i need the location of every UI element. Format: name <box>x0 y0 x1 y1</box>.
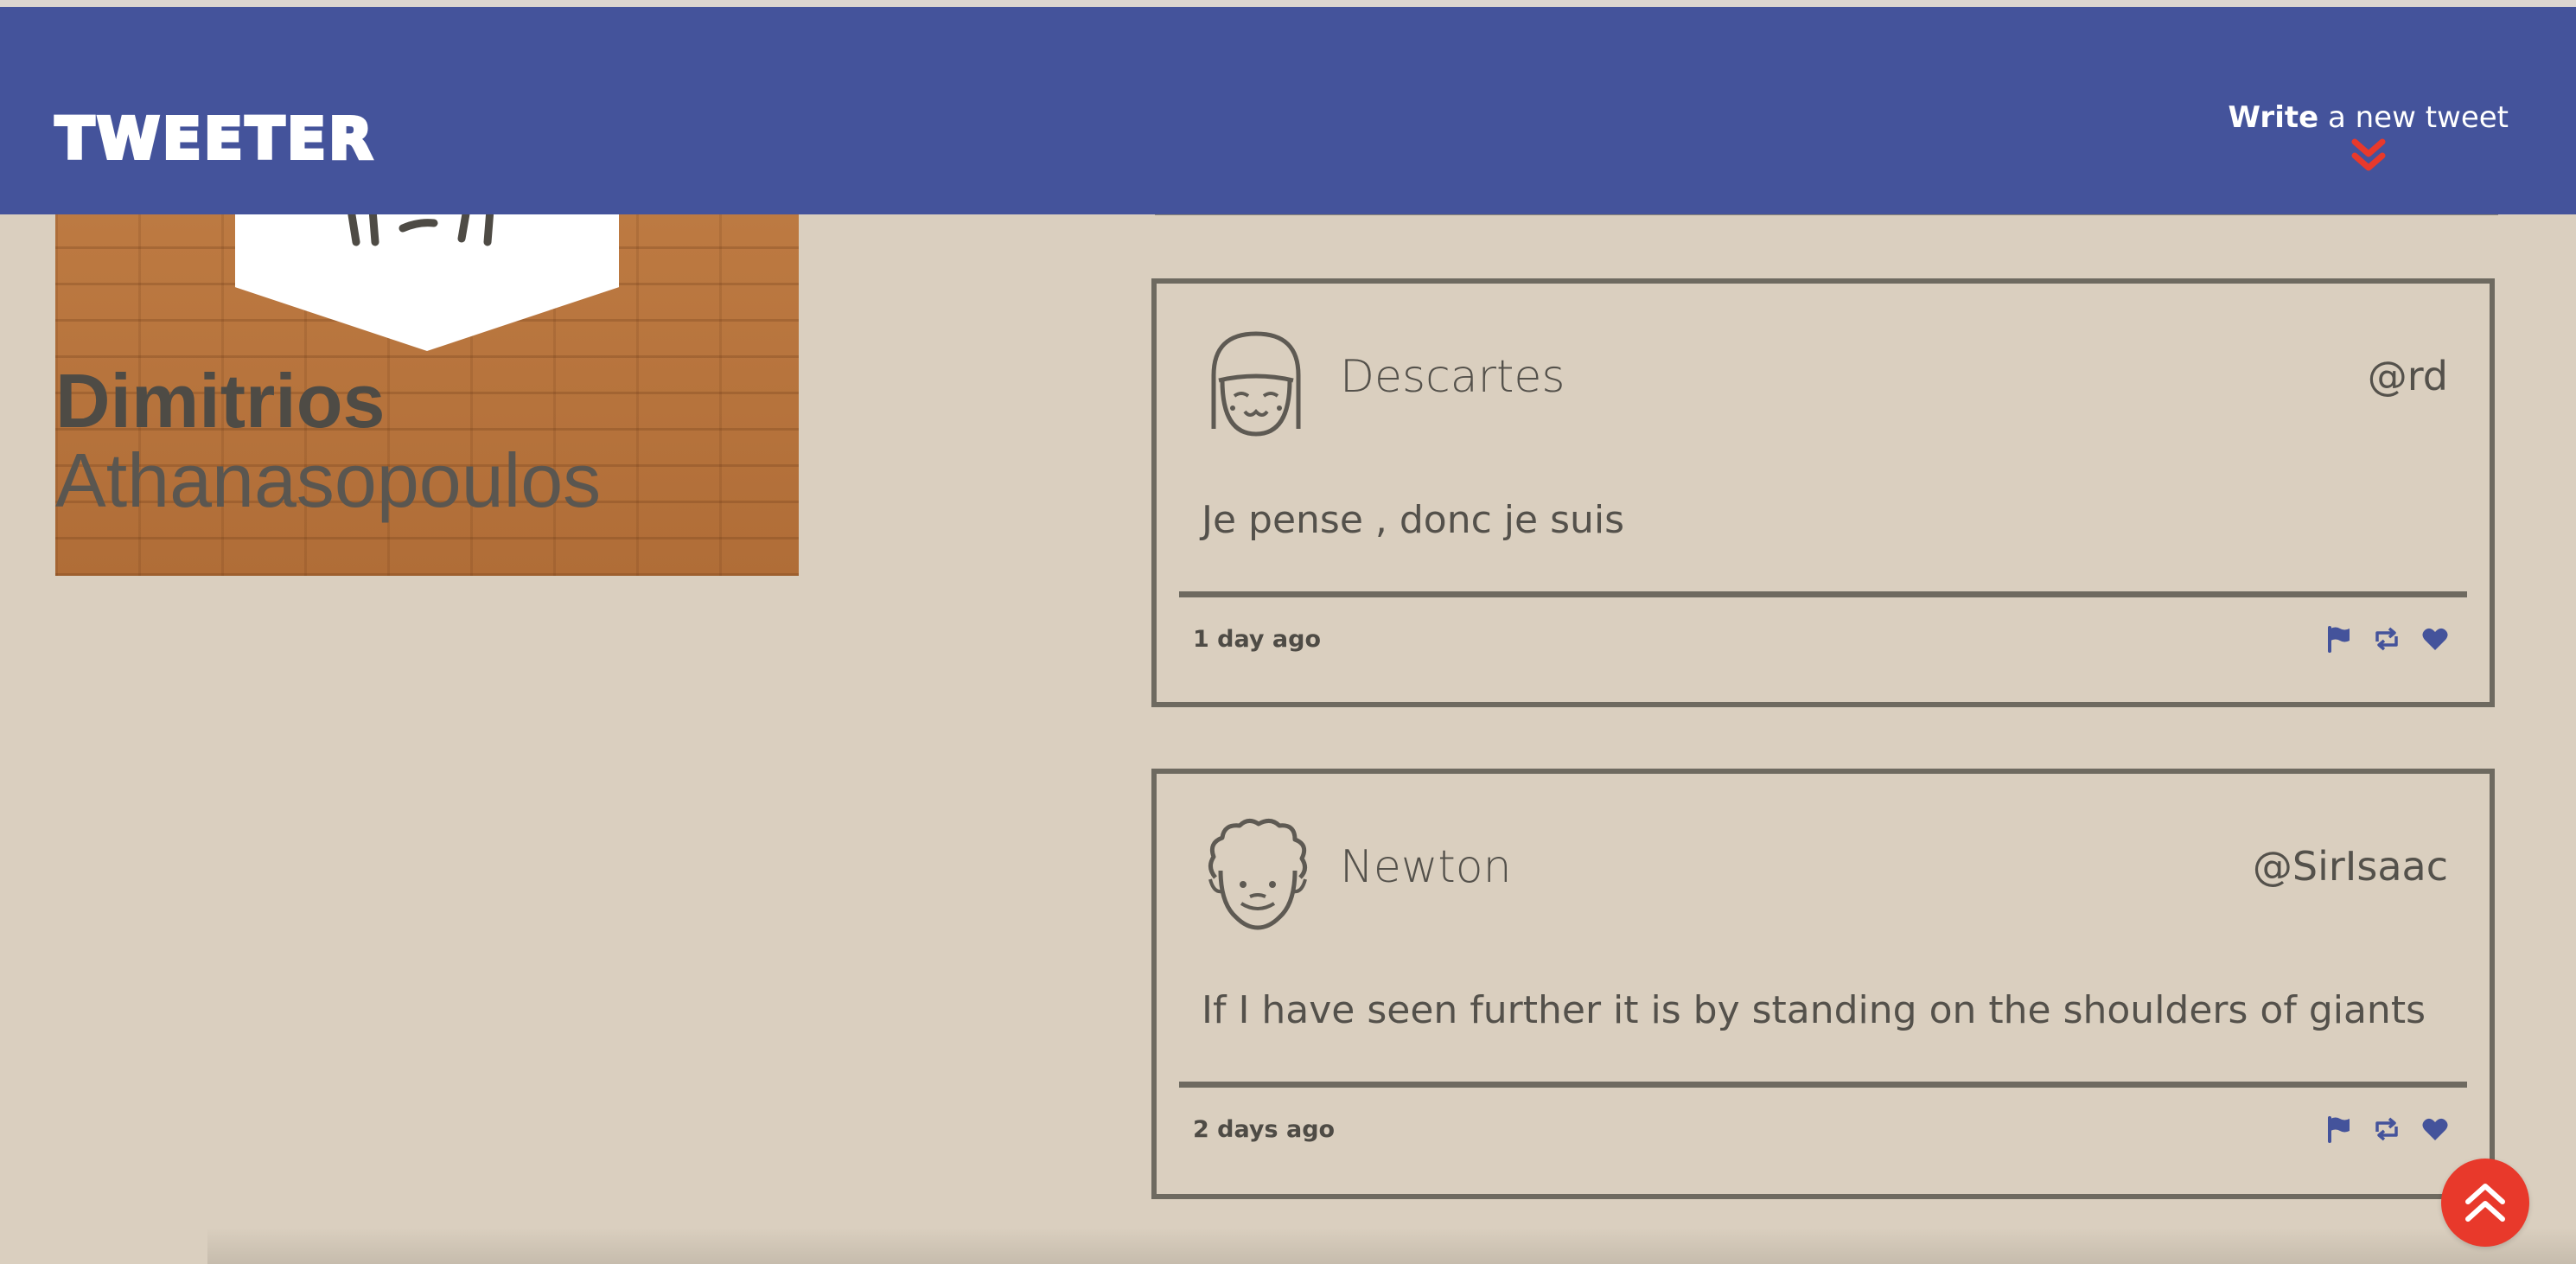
tweet-divider <box>1179 591 2467 597</box>
page: Dimitrios Athanasopoulos TWEETER Write a… <box>0 0 2576 1264</box>
tweet-actions <box>2324 1114 2450 1144</box>
scroll-to-top-button[interactable] <box>2441 1159 2529 1247</box>
double-chevron-up-icon <box>2465 1184 2505 1222</box>
tweet-author-handle[interactable]: @rd <box>2368 353 2448 399</box>
profile-name: Dimitrios Athanasopoulos <box>55 361 601 521</box>
curly-hair-face-avatar-icon <box>1208 819 1307 930</box>
retweet-icon[interactable] <box>2372 624 2401 654</box>
profile-first-name: Dimitrios <box>55 358 386 444</box>
heart-icon[interactable] <box>2420 1114 2450 1144</box>
tweet-card: Newton @SirIsaac If I have seen further … <box>1151 769 2495 1199</box>
retweet-icon[interactable] <box>2372 1114 2401 1144</box>
compose-label-bold: Write <box>2228 100 2319 135</box>
tweet-timestamp: 2 days ago <box>1193 1116 1336 1143</box>
tweet-author-name[interactable]: Descartes <box>1340 351 1565 403</box>
tweet-divider <box>1179 1082 2467 1088</box>
app-logo[interactable]: TWEETER <box>54 104 375 174</box>
tweet-text: Je pense , donc je suis <box>1202 498 1625 542</box>
profile-avatar-banner <box>235 207 619 351</box>
tweet-author-handle[interactable]: @SirIsaac <box>2253 843 2448 890</box>
tweet-card: Descartes @rd Je pense , donc je suis 1 … <box>1151 278 2495 707</box>
compose-label-rest: a new tweet <box>2318 100 2509 135</box>
profile-card: Dimitrios Athanasopoulos <box>55 207 799 576</box>
page-bottom-shadow <box>207 1228 2576 1264</box>
profile-last-name: Athanasopoulos <box>55 437 602 524</box>
profile-avatar-icon <box>345 207 495 246</box>
flag-icon[interactable] <box>2324 624 2353 654</box>
girl-face-avatar-icon <box>1211 331 1301 437</box>
tweet-timestamp: 1 day ago <box>1193 626 1321 653</box>
tweet-text: If I have seen further it is by standing… <box>1202 988 2426 1032</box>
top-nav-bar: TWEETER Write a new tweet <box>0 7 2576 214</box>
flag-icon[interactable] <box>2324 1114 2353 1144</box>
heart-icon[interactable] <box>2420 624 2450 654</box>
compose-tweet-button[interactable]: Write a new tweet <box>2228 100 2509 173</box>
tweet-author-name[interactable]: Newton <box>1340 841 1512 893</box>
compose-label: Write a new tweet <box>2228 100 2509 135</box>
double-chevron-down-icon <box>2351 138 2386 171</box>
tweet-actions <box>2324 624 2450 654</box>
